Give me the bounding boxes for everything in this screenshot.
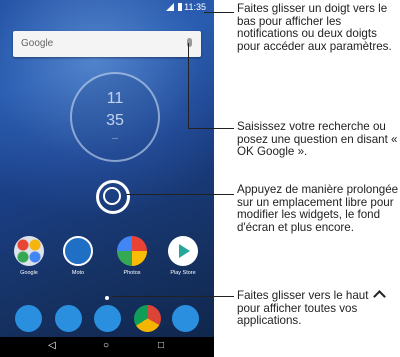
- photos-icon: [117, 236, 147, 266]
- callout-status: Faites glisser un doigt vers le bas pour…: [237, 2, 392, 53]
- app-photos[interactable]: Photos: [112, 236, 152, 276]
- app-moto[interactable]: Moto: [58, 236, 98, 276]
- battery-icon: [178, 3, 182, 11]
- home-button[interactable]: ○: [103, 340, 109, 351]
- app-label: Moto: [71, 270, 85, 276]
- chevron-up-icon: [372, 290, 386, 303]
- status-bar[interactable]: 11:35: [0, 0, 214, 16]
- google-search-bar[interactable]: Google: [13, 31, 201, 57]
- navigation-bar: ◁ ○ □: [0, 337, 214, 357]
- callout-line-search-v: [188, 43, 189, 129]
- play-store-icon: [168, 236, 198, 266]
- favorites-dock: [0, 305, 214, 335]
- callout-line-apps: [112, 296, 234, 297]
- clock-hours: 11: [106, 90, 124, 107]
- app-label: Google: [20, 270, 38, 276]
- home-app-row: Google Moto Photos Play Store: [0, 236, 214, 286]
- clock-extra: —: [112, 136, 118, 142]
- chrome-icon[interactable]: [134, 305, 161, 332]
- signal-icon: [166, 3, 174, 11]
- long-press-indicator: [96, 180, 130, 214]
- recents-button[interactable]: □: [158, 340, 164, 351]
- callout-longpress: Appuyez de manière prolongée sur un empl…: [237, 183, 399, 234]
- callout-apps-text-1: Faites glisser vers le haut: [237, 289, 369, 302]
- app-label: Photos: [123, 270, 141, 276]
- app-google[interactable]: Google: [9, 236, 49, 276]
- callout-apps-text-2: pour afficher toutes vos applications.: [237, 301, 358, 328]
- contacts-icon[interactable]: [94, 305, 121, 332]
- status-time: 11:35: [184, 2, 206, 12]
- app-label: Play Store: [170, 270, 196, 276]
- app-play-store[interactable]: Play Store: [163, 236, 203, 276]
- messages-icon[interactable]: [55, 305, 82, 332]
- callout-line-status: [204, 12, 234, 13]
- google-logo: Google: [21, 38, 54, 49]
- callout-line-search-h: [188, 128, 234, 129]
- callout-search: Saisissez votre recherche ou posez une q…: [237, 120, 398, 159]
- back-button[interactable]: ◁: [48, 340, 56, 351]
- page-indicator: [105, 296, 109, 300]
- clock-minutes: 35: [106, 112, 124, 129]
- phone-icon[interactable]: [15, 305, 42, 332]
- callout-apps: Faites glisser vers le haut pour affiche…: [237, 289, 400, 328]
- clock-widget[interactable]: 11 35 —: [70, 72, 160, 162]
- google-folder-icon: [14, 236, 44, 266]
- callout-line-longpress: [126, 194, 234, 195]
- phone-screen: 11:35 Google 11 35 — Google Moto Photos …: [0, 0, 214, 357]
- camera-icon[interactable]: [172, 305, 199, 332]
- moto-icon: [63, 236, 93, 266]
